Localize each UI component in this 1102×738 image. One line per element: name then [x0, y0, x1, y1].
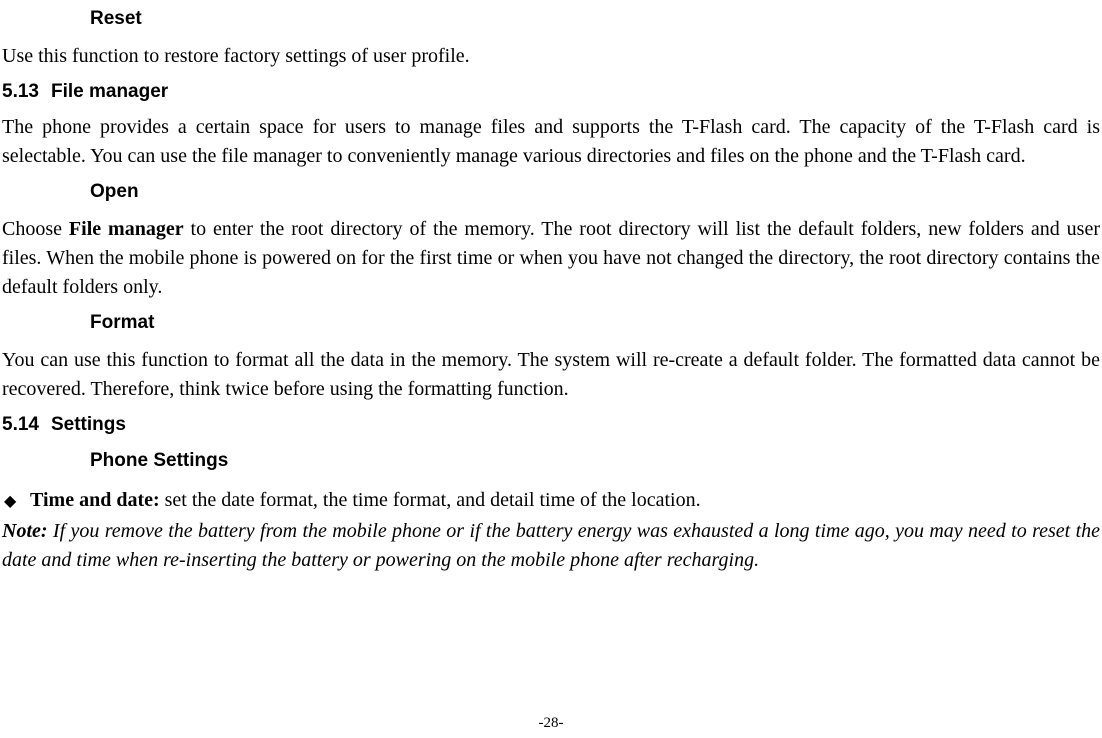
bullet-label-time-date: Time and date:: [30, 489, 160, 511]
note-label: Note:: [2, 520, 48, 542]
heading-reset: Reset: [90, 8, 1100, 30]
note-body: If you remove the battery from the mobil…: [2, 520, 1100, 571]
page-number: -28-: [0, 715, 1102, 732]
section-title-file-manager: File manager: [51, 81, 168, 102]
section-number-file-manager: 5.13: [2, 81, 39, 103]
section-settings: 5.14 Settings: [2, 414, 1100, 436]
open-prefix: Choose: [2, 218, 69, 240]
paragraph-reset: Use this function to restore factory set…: [2, 42, 1100, 71]
diamond-bullet-icon: ◆: [2, 490, 30, 513]
paragraph-file-manager: The phone provides a certain space for u…: [2, 113, 1100, 171]
paragraph-format: You can use this function to format all …: [2, 346, 1100, 404]
section-number-settings: 5.14: [2, 414, 39, 436]
note-paragraph: Note: If you remove the battery from the…: [2, 517, 1100, 575]
bullet-text-time-date: set the date format, the time format, an…: [160, 489, 701, 511]
heading-phone-settings: Phone Settings: [90, 450, 1100, 472]
paragraph-open: Choose File manager to enter the root di…: [2, 215, 1100, 302]
section-file-manager: 5.13 File manager: [2, 81, 1100, 103]
bullet-time-and-date: ◆Time and date: set the date format, the…: [2, 486, 1100, 515]
section-title-settings: Settings: [51, 414, 126, 435]
heading-format: Format: [90, 312, 1100, 334]
heading-open: Open: [90, 181, 1100, 203]
open-bold-term: File manager: [69, 218, 184, 240]
